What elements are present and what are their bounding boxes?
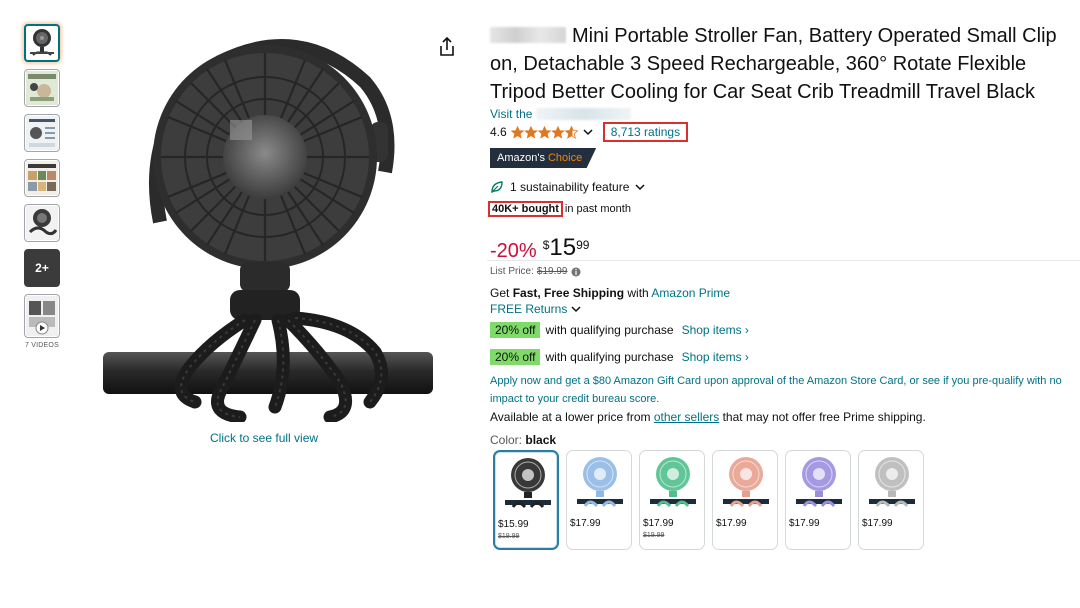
swatch-price: $17.99 — [716, 518, 747, 529]
availability-note: Available at a lower price from other se… — [490, 410, 1075, 424]
swatch-list-price: $19.99 — [643, 532, 665, 539]
fan-swatch-icon — [650, 457, 696, 508]
store-name-redacted — [536, 108, 632, 120]
shipping-with: with — [627, 286, 649, 300]
coupon-offer: 20% off with qualifying purchase Shop it… — [490, 348, 1075, 366]
star-rating-icon[interactable] — [510, 125, 579, 139]
coupon-tag: 20% off — [490, 349, 541, 365]
product-details: Mini Portable Stroller Fan, Battery Oper… — [488, 22, 1075, 550]
shop-items-link[interactable]: Shop items › — [682, 350, 749, 364]
color-swatch[interactable]: $17.99 — [712, 450, 778, 550]
list-price-label: List Price: — [490, 266, 534, 277]
thumbnail-strip: 2+ 7 VIDEOS — [24, 24, 62, 349]
thumbnail-lifestyle-stroller[interactable] — [24, 69, 60, 107]
free-returns-link[interactable]: FREE Returns — [490, 302, 1075, 316]
color-swatch[interactable]: $15.99 $19.99 — [493, 450, 559, 550]
amazon-prime-link[interactable]: Amazon Prime — [651, 286, 730, 300]
coupon-offer: 20% off with qualifying purchase Shop it… — [490, 321, 1075, 339]
color-swatch[interactable]: $17.99 — [566, 450, 632, 550]
price-whole: 15 — [549, 234, 577, 261]
shipping-fast-free: Fast, Free Shipping — [512, 286, 625, 300]
price-row: -20% $ 15 99 — [490, 236, 1075, 264]
fan-thumbnail-icon — [30, 29, 54, 56]
fan-swatch-icon — [869, 457, 915, 508]
fan-swatch-icon — [577, 457, 623, 508]
amazons-choice-badge[interactable]: Amazon's Choice — [490, 148, 597, 168]
ratings-count-link[interactable]: 8,713 ratings — [611, 125, 680, 139]
product-title-text: Mini Portable Stroller Fan, Battery Oper… — [490, 25, 1057, 103]
stars-icon — [510, 125, 578, 138]
legs-thumbnail-icon — [26, 206, 58, 240]
thumbnail-usage-grid[interactable] — [24, 159, 60, 197]
grid-thumbnail-icon — [26, 161, 58, 195]
coupon-text: with qualifying purchase — [545, 323, 674, 337]
selected-color: black — [525, 433, 557, 447]
badge-choice: Choice — [547, 152, 583, 164]
swatch-price: $15.99 — [498, 519, 529, 530]
list-price-value: $19.99 — [536, 266, 568, 277]
visit-store-label: Visit the — [490, 107, 533, 121]
color-swatch[interactable]: $17.99 — [785, 450, 851, 550]
chevron-down-icon — [635, 184, 645, 191]
bought-suffix: in past month — [564, 203, 631, 215]
swatch-price: $17.99 — [643, 518, 674, 529]
availability-prefix: Available at a lower price from — [490, 410, 651, 424]
shipping-info: Get Fast, Free Shipping with Amazon Prim… — [490, 286, 1075, 300]
fan-swatch-icon — [796, 457, 842, 508]
main-product-image[interactable] — [100, 22, 435, 422]
ratings-highlight-box: 8,713 ratings — [602, 122, 689, 142]
badge-prefix: Amazon's — [497, 152, 545, 164]
price-symbol: $ — [542, 238, 550, 252]
thumbnail-videos[interactable] — [24, 294, 60, 338]
thumbnail-flexible-legs[interactable] — [24, 204, 60, 242]
visit-store-link[interactable]: Visit the — [490, 107, 1075, 121]
shop-items-link[interactable]: Shop items › — [682, 323, 749, 337]
video-thumbnail-icon — [26, 296, 58, 336]
leaf-icon — [491, 181, 503, 194]
rating-value: 4.6 — [490, 125, 507, 139]
fan-swatch-icon — [505, 458, 551, 509]
chevron-down-icon — [571, 306, 581, 313]
sustainability-label: 1 sustainability feature — [510, 180, 630, 194]
videos-caption: 7 VIDEOS — [25, 342, 59, 349]
color-swatches: $15.99 $19.99 $17.99 $17.99 $19.99 $17.99 $17.… — [493, 450, 1075, 550]
price-fraction: 99 — [576, 238, 590, 252]
swatch-price: $17.99 — [789, 518, 820, 529]
bought-in-past-month: 40K+ bought in past month — [488, 200, 1075, 218]
thumbnail-fan-front[interactable] — [24, 24, 60, 62]
full-view-link[interactable]: Click to see full view — [210, 431, 318, 445]
sustainability-feature[interactable]: 1 sustainability feature — [490, 180, 1075, 194]
bought-count: 40K+ bought — [488, 201, 563, 217]
discount-percent: -20% — [490, 240, 537, 262]
rating-row: 4.6 8,713 ratings — [490, 122, 1075, 142]
product-title: Mini Portable Stroller Fan, Battery Oper… — [490, 22, 1075, 106]
color-label: Color: black — [490, 433, 1075, 447]
shipping-get: Get — [490, 286, 510, 300]
other-sellers-link[interactable]: other sellers — [654, 410, 719, 424]
swatch-list-price: $19.99 — [498, 533, 520, 540]
brand-name-redacted — [490, 27, 566, 43]
thumbnail-feature-chart[interactable] — [24, 114, 60, 152]
color-label-text: Color: — [490, 433, 523, 447]
coupon-tag: 20% off — [490, 322, 541, 338]
more-images-count: 2+ — [35, 261, 49, 275]
fan-swatch-icon — [723, 457, 769, 508]
color-swatch[interactable]: $17.99 $19.99 — [639, 450, 705, 550]
features-thumbnail-icon — [26, 116, 58, 150]
share-icon[interactable] — [437, 36, 457, 58]
info-icon[interactable] — [571, 267, 581, 277]
swatch-price: $17.99 — [570, 518, 601, 529]
color-swatch[interactable]: $17.99 — [858, 450, 924, 550]
coupon-text: with qualifying purchase — [545, 350, 674, 364]
free-returns-label: FREE Returns — [490, 302, 568, 316]
swatch-price: $17.99 — [862, 518, 893, 529]
store-card-offer[interactable]: Apply now and get a $80 Amazon Gift Card… — [490, 372, 1075, 408]
list-price: List Price: $19.99 — [490, 266, 1075, 277]
thumbnail-more-images[interactable]: 2+ — [24, 249, 60, 287]
stroller-thumbnail-icon — [26, 71, 58, 105]
chevron-down-icon[interactable] — [583, 127, 593, 137]
availability-suffix: that may not offer free Prime shipping. — [722, 410, 926, 424]
